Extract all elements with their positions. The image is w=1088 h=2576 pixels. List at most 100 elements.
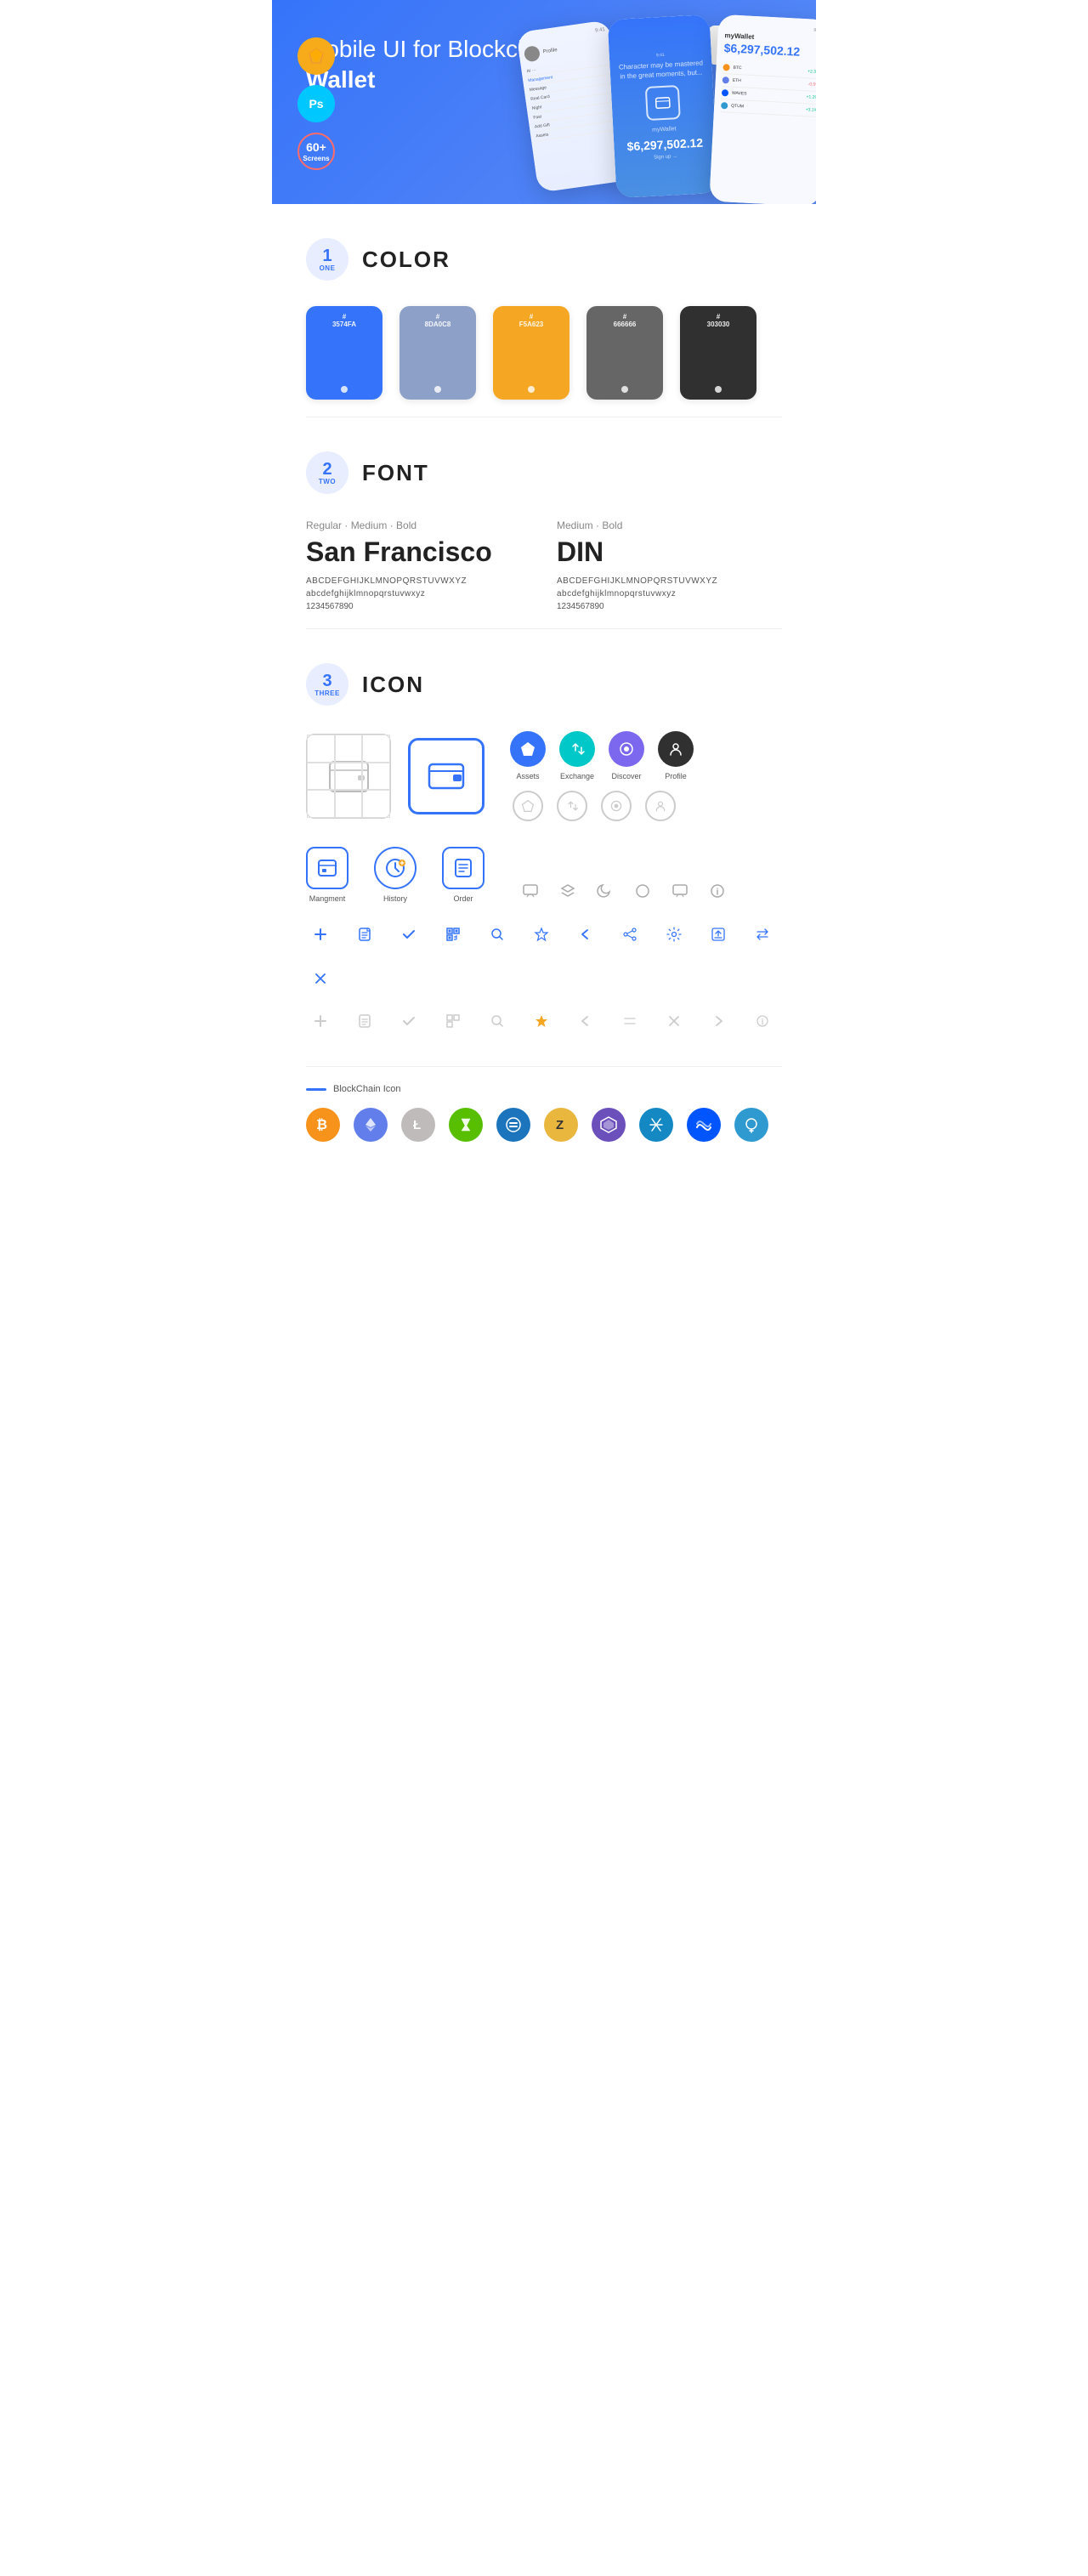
- edit-doc-icon[interactable]: [350, 920, 379, 949]
- nav-icons-row-filled: Assets Exchange Discover: [510, 731, 694, 780]
- color-title: COLOR: [362, 247, 450, 273]
- message-icon[interactable]: [668, 879, 692, 903]
- qr-icon-gray[interactable]: [439, 1007, 468, 1036]
- hero-badges: Ps 60+ Screens: [298, 37, 335, 170]
- management-label: Mangment: [309, 894, 346, 903]
- bitcoin-icon[interactable]: ₿: [306, 1108, 340, 1142]
- colored-wallet-icon: [408, 738, 484, 814]
- back-icon-gray[interactable]: [571, 1007, 600, 1036]
- forward-icon-gray[interactable]: [704, 1007, 733, 1036]
- info-icon[interactable]: [706, 879, 729, 903]
- order-icon[interactable]: [442, 847, 484, 889]
- info-icon-gray[interactable]: [748, 1007, 777, 1036]
- tool-icons-row-1: [306, 920, 782, 993]
- litecoin-icon[interactable]: Ł: [401, 1108, 435, 1142]
- font-section-header: 2 TWO FONT: [306, 451, 782, 494]
- wireframe-icon-outer: [306, 734, 391, 819]
- circle-icon[interactable]: [631, 879, 654, 903]
- assets-icon-filled[interactable]: [510, 731, 546, 767]
- icon-assets: Assets: [510, 731, 546, 780]
- search-icon-gray[interactable]: [483, 1007, 512, 1036]
- crypto-icons-row: ₿ Ł Z: [306, 1108, 782, 1142]
- add-icon-gray[interactable]: [306, 1007, 335, 1036]
- management-icon[interactable]: [306, 847, 348, 889]
- qtum-icon[interactable]: [734, 1108, 768, 1142]
- blockchain-label: BlockChain Icon: [333, 1084, 401, 1094]
- check-icon[interactable]: [394, 920, 423, 949]
- icon-management: Mangment: [306, 847, 348, 903]
- icon-profile: Profile: [658, 731, 694, 780]
- din-uppercase: ABCDEFGHIJKLMNOPQRSTUVWXYZ: [557, 576, 782, 586]
- discover-icon-filled[interactable]: [609, 731, 644, 767]
- grid-coin-icon[interactable]: [592, 1108, 626, 1142]
- tool-icons-row-2: [306, 1007, 782, 1036]
- history-label: History: [383, 894, 407, 903]
- swap-icon-gray[interactable]: [615, 1007, 644, 1036]
- font-din: Medium · Bold DIN ABCDEFGHIJKLMNOPQRSTUV…: [557, 519, 782, 611]
- sf-uppercase: ABCDEFGHIJKLMNOPQRSTUVWXYZ: [306, 576, 531, 586]
- din-lowercase: abcdefghijklmnopqrstuvwxyz: [557, 589, 782, 599]
- share-icon[interactable]: [615, 920, 644, 949]
- stratis-icon[interactable]: [639, 1108, 673, 1142]
- exchange-icon-filled[interactable]: [559, 731, 595, 767]
- profile-icon-outline[interactable]: [645, 791, 676, 821]
- nav-icons-row-outline: [510, 791, 694, 821]
- assets-icon-outline[interactable]: [513, 791, 543, 821]
- discover-label: Discover: [611, 772, 641, 780]
- din-weights: Medium · Bold: [557, 519, 782, 531]
- add-icon[interactable]: [306, 920, 335, 949]
- section-3-badge: 3 THREE: [306, 663, 348, 706]
- search-icon[interactable]: [483, 920, 512, 949]
- close-icon[interactable]: [306, 964, 335, 993]
- font-sf: Regular · Medium · Bold San Francisco AB…: [306, 519, 531, 611]
- history-icon[interactable]: [374, 847, 416, 889]
- blockchain-label-row: BlockChain Icon: [306, 1084, 782, 1094]
- neo-icon[interactable]: [449, 1108, 483, 1142]
- svg-text:Z: Z: [556, 1118, 564, 1132]
- upload-icon[interactable]: [704, 920, 733, 949]
- swap-icon[interactable]: [748, 920, 777, 949]
- star-icon[interactable]: [527, 920, 556, 949]
- assets-label: Assets: [516, 772, 539, 780]
- icon-order: Order: [442, 847, 484, 903]
- din-name: DIN: [557, 536, 782, 568]
- edit-doc-icon-gray[interactable]: [350, 1007, 379, 1036]
- din-numbers: 1234567890: [557, 602, 782, 611]
- swatch-dark: #303030: [680, 306, 756, 400]
- qr-icon[interactable]: [439, 920, 468, 949]
- swatch-gray-blue: #8DA0C8: [400, 306, 476, 400]
- order-label: Order: [453, 894, 473, 903]
- icon-section: 3 THREE ICON: [272, 629, 816, 1066]
- hero-section: Mobile UI for Blockchain Wallet UI Kit P…: [272, 0, 816, 204]
- ethereum-icon[interactable]: [354, 1108, 388, 1142]
- blockchain-section: BlockChain Icon ₿ Ł Z: [272, 1067, 816, 1176]
- star-icon-active[interactable]: [527, 1007, 556, 1036]
- screens-badge: 60+ Screens: [298, 133, 335, 170]
- swatch-blue: #3574FA: [306, 306, 382, 400]
- icon-exchange: Exchange: [559, 731, 595, 780]
- waves-icon[interactable]: [687, 1108, 721, 1142]
- moon-icon[interactable]: [593, 879, 617, 903]
- ps-badge: Ps: [298, 85, 335, 122]
- sf-weights: Regular · Medium · Bold: [306, 519, 531, 531]
- layers-icon[interactable]: [556, 879, 580, 903]
- close-x-gray[interactable]: [660, 1007, 688, 1036]
- chat-icon[interactable]: [518, 879, 542, 903]
- back-icon[interactable]: [571, 920, 600, 949]
- swatch-gray: #666666: [586, 306, 663, 400]
- color-section: 1 ONE COLOR #3574FA #8DA0C8 #F5A623 #666…: [272, 204, 816, 417]
- color-section-header: 1 ONE COLOR: [306, 238, 782, 281]
- svg-text:Ł: Ł: [413, 1118, 421, 1132]
- svg-text:₿: ₿: [316, 1117, 327, 1132]
- font-section: 2 TWO FONT Regular · Medium · Bold San F…: [272, 417, 816, 628]
- app-icons-row: Mangment History Order: [306, 847, 782, 903]
- settings-icon[interactable]: [660, 920, 688, 949]
- wallet-icon-display: Assets Exchange Discover: [306, 731, 782, 821]
- blockchain-line: [306, 1088, 326, 1091]
- exchange-icon-outline[interactable]: [557, 791, 587, 821]
- zcash-icon[interactable]: Z: [544, 1108, 578, 1142]
- check-icon-gray[interactable]: [394, 1007, 423, 1036]
- profile-icon-filled[interactable]: [658, 731, 694, 767]
- dash-icon[interactable]: [496, 1108, 530, 1142]
- discover-icon-outline[interactable]: [601, 791, 632, 821]
